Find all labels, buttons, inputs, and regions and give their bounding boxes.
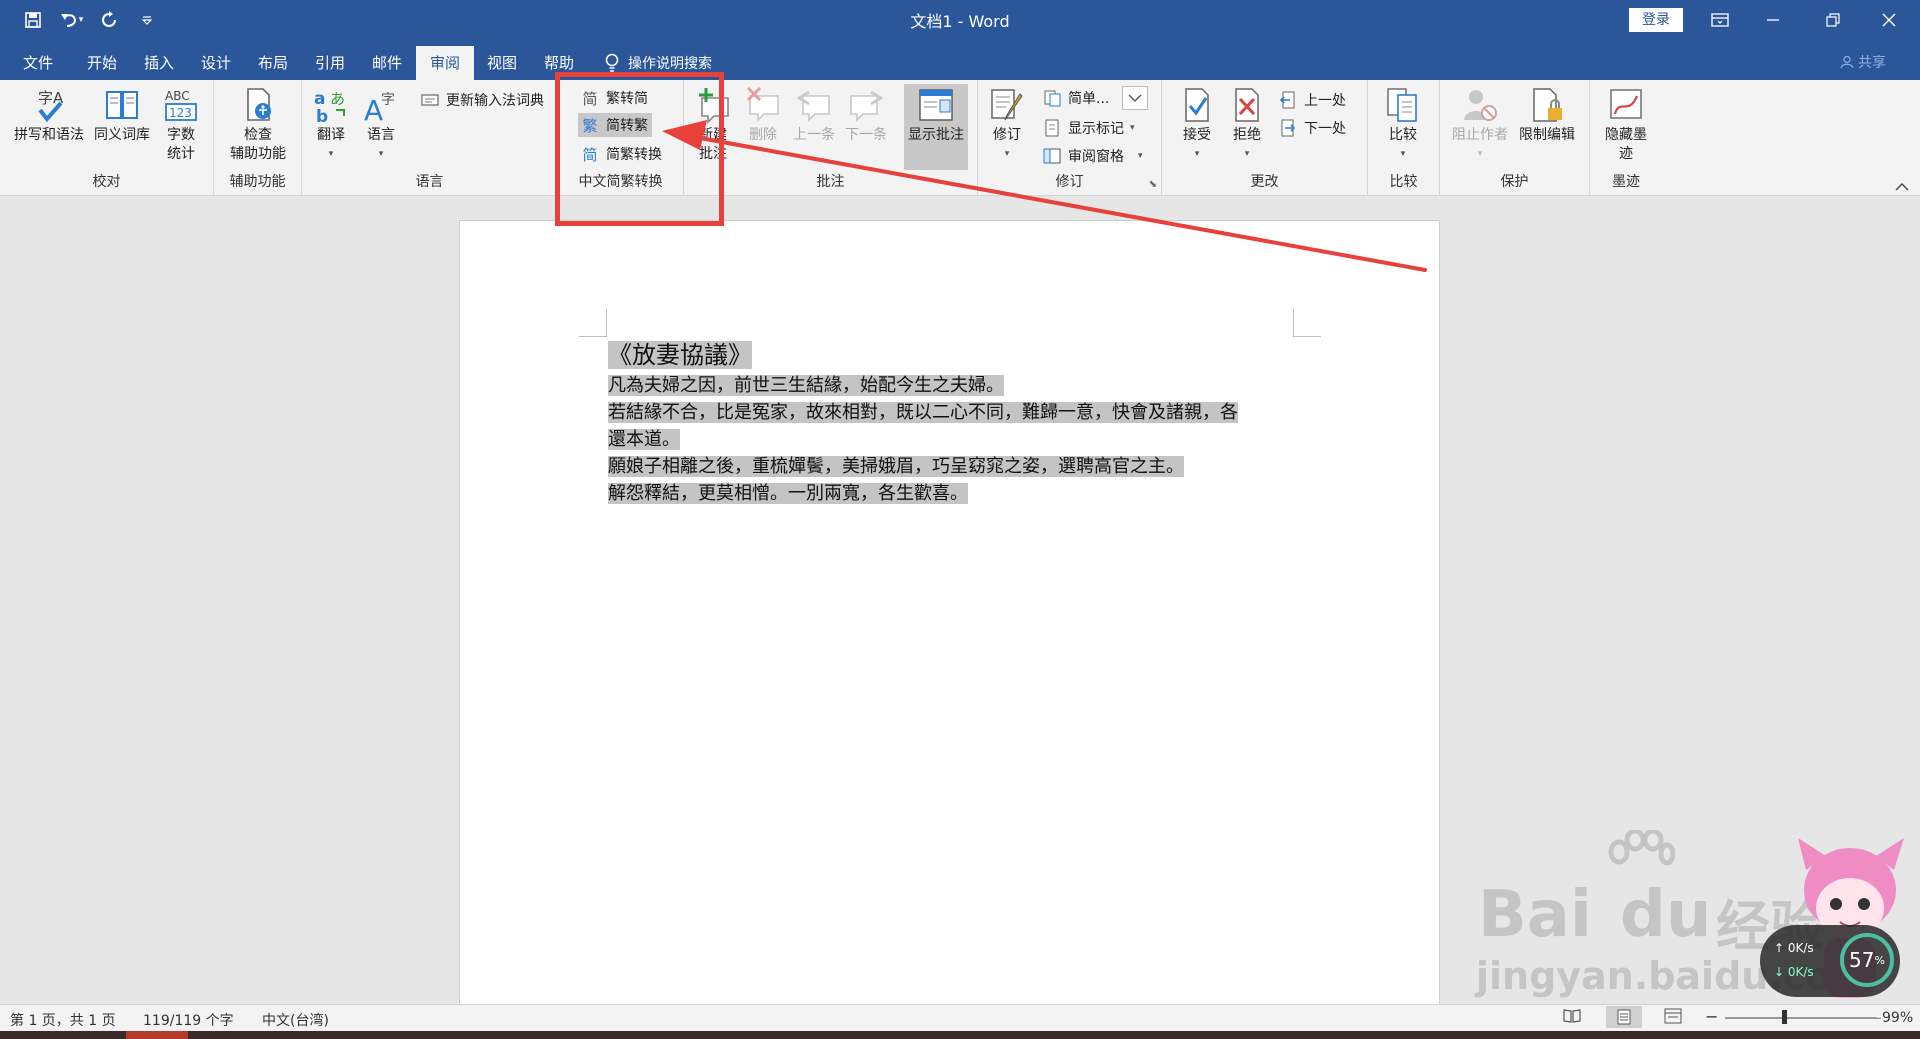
zoom-slider-thumb[interactable] <box>1782 1010 1787 1024</box>
taskbar-active-indicator <box>126 1031 188 1039</box>
word-count-status[interactable]: 119/119 个字 <box>143 1010 234 1030</box>
download-speed-value: 0K/s <box>1787 965 1814 979</box>
status-bar: 第 1 页，共 1 页 119/119 个字 中文(台湾) − + 99% <box>0 1004 1920 1031</box>
memory-usage-gauge: 57% <box>1840 933 1894 987</box>
print-layout-icon[interactable] <box>1606 1006 1642 1028</box>
memory-usage-value: 57 <box>1849 948 1875 972</box>
upload-speed: ↑ 0K/s <box>1774 941 1814 955</box>
web-layout-icon[interactable] <box>1664 1008 1682 1028</box>
upload-speed-value: 0K/s <box>1787 941 1814 955</box>
memory-usage-percent-sign: % <box>1874 953 1885 967</box>
annotation-arrow <box>662 120 1427 272</box>
page-count[interactable]: 第 1 页，共 1 页 <box>10 1010 116 1030</box>
zoom-slider[interactable] <box>1725 1017 1883 1019</box>
download-speed: ↓ 0K/s <box>1774 965 1814 979</box>
zoom-out-button[interactable]: − <box>1705 1007 1718 1026</box>
zoom-level[interactable]: 99% <box>1882 1010 1913 1026</box>
network-speed-widget: ↑ 0K/s ↓ 0K/s 57% <box>1760 925 1900 997</box>
language-status[interactable]: 中文(台湾) <box>262 1010 329 1030</box>
taskbar-strip <box>0 1031 1920 1039</box>
read-mode-icon[interactable] <box>1563 1008 1581 1028</box>
